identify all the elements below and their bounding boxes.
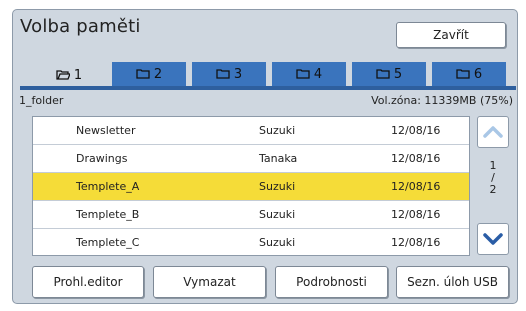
folder-open-icon <box>56 70 70 80</box>
scroll-down-button[interactable] <box>477 223 509 255</box>
tab-label: 1 <box>73 67 83 83</box>
chevron-up-icon <box>483 126 503 138</box>
tab-underline <box>20 86 516 90</box>
tab-label: 5 <box>393 66 403 82</box>
file-list: Newsletter Suzuki 12/08/16 Drawings Tana… <box>32 116 470 256</box>
file-row[interactable]: Drawings Tanaka 12/08/16 <box>33 145 469 173</box>
chevron-down-icon <box>483 233 503 245</box>
page-total: 2 <box>489 183 497 196</box>
file-name: Newsletter <box>76 124 136 137</box>
tab-folder-5[interactable]: 5 <box>352 62 426 86</box>
usb-jobs-button[interactable]: Sezn. úloh USB <box>396 266 509 298</box>
close-button[interactable]: Zavřít <box>396 22 506 48</box>
file-date: 12/08/16 <box>391 180 441 193</box>
dialog-title: Volba paměti <box>20 16 141 37</box>
file-row-selected[interactable]: Templete_A Suzuki 12/08/16 <box>33 173 469 201</box>
tab-folder-1[interactable]: 1 <box>32 62 106 88</box>
file-date: 12/08/16 <box>391 208 441 221</box>
tab-folder-3[interactable]: 3 <box>192 62 266 86</box>
preview-editor-button[interactable]: Prohl.editor <box>32 266 144 298</box>
tab-folder-2[interactable]: 2 <box>112 62 186 86</box>
file-row[interactable]: Templete_B Suzuki 12/08/16 <box>33 201 469 229</box>
file-name: Templete_C <box>76 236 140 249</box>
scroll-up-button[interactable] <box>477 116 509 148</box>
file-date: 12/08/16 <box>391 152 441 165</box>
tab-label: 3 <box>233 66 243 82</box>
folder-icon <box>296 69 310 79</box>
tab-label: 4 <box>313 66 323 82</box>
file-owner: Suzuki <box>259 208 296 221</box>
file-name: Drawings <box>76 152 128 165</box>
file-name: Templete_A <box>76 180 140 193</box>
tab-label: 6 <box>473 66 483 82</box>
file-owner: Suzuki <box>259 236 296 249</box>
folder-icon <box>376 69 390 79</box>
file-date: 12/08/16 <box>391 124 441 137</box>
tab-folder-6[interactable]: 6 <box>432 62 506 86</box>
delete-button[interactable]: Vymazat <box>153 266 266 298</box>
file-name: Templete_B <box>76 208 140 221</box>
volume-info: Vol.zóna: 11339MB (75%) <box>371 94 513 107</box>
tab-folder-4[interactable]: 4 <box>272 62 346 86</box>
file-owner: Tanaka <box>259 152 298 165</box>
folder-name: 1_folder <box>19 94 64 107</box>
details-button[interactable]: Podrobnosti <box>275 266 388 298</box>
folder-icon <box>216 69 230 79</box>
file-owner: Suzuki <box>259 180 296 193</box>
tab-label: 2 <box>153 66 163 82</box>
page-indicator: 1 / 2 <box>477 160 509 196</box>
file-row[interactable]: Templete_C Suzuki 12/08/16 <box>33 229 469 257</box>
folder-icon <box>136 69 150 79</box>
file-date: 12/08/16 <box>391 236 441 249</box>
file-owner: Suzuki <box>259 124 296 137</box>
folder-icon <box>456 69 470 79</box>
file-row[interactable]: Newsletter Suzuki 12/08/16 <box>33 117 469 145</box>
folder-tabs: 1 2 3 4 5 6 <box>32 62 514 88</box>
